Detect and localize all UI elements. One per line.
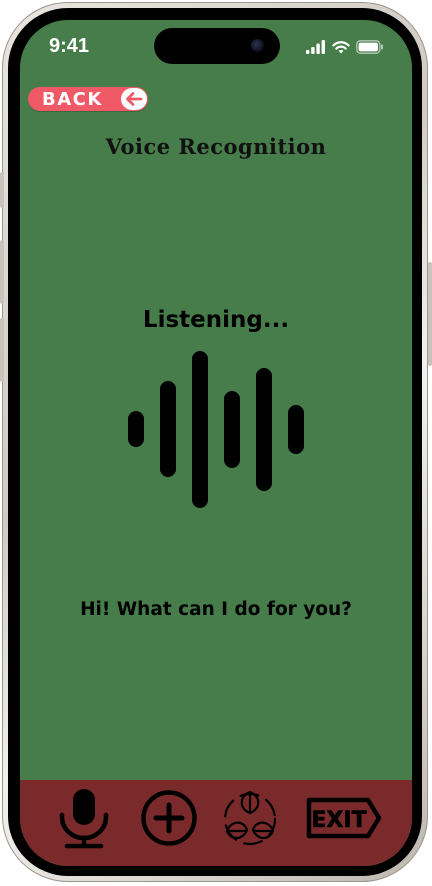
- app-screen: 9:41 BACK Voice Recognition Listening...…: [20, 20, 412, 866]
- plus-circle-icon: [141, 790, 197, 846]
- microphone-button[interactable]: [52, 786, 116, 850]
- camera-icon: [251, 39, 264, 52]
- waveform-bar: [128, 411, 144, 447]
- waveform-bar: [160, 381, 176, 477]
- recycle-button[interactable]: [218, 786, 282, 850]
- arrow-left-icon: [121, 88, 147, 110]
- bottom-nav: EXIT: [20, 780, 412, 866]
- exit-label: EXIT: [311, 808, 366, 833]
- cellular-signal-icon: [306, 40, 325, 54]
- volume-down-button: [0, 318, 4, 382]
- status-time: 9:41: [49, 35, 90, 57]
- dynamic-island: [154, 28, 280, 64]
- back-button[interactable]: BACK: [28, 87, 148, 111]
- battery-icon: [356, 40, 383, 54]
- back-button-label: BACK: [42, 88, 103, 110]
- volume-up-button: [0, 240, 4, 304]
- page-title: Voice Recognition: [105, 134, 327, 159]
- microphone-icon: [59, 789, 109, 849]
- wifi-icon: [332, 41, 350, 54]
- status-icons: [306, 39, 384, 55]
- waveform-bar: [256, 368, 272, 491]
- power-button: [428, 262, 432, 366]
- waveform-bar: [224, 391, 240, 468]
- add-button[interactable]: [137, 786, 201, 850]
- waveform-bar: [192, 351, 208, 508]
- exit-sign-icon: EXIT: [306, 797, 382, 839]
- listening-status: Listening...: [142, 307, 290, 333]
- recycle-leaves-icon: [223, 790, 277, 846]
- assistant-prompt: Hi! What can I do for you?: [80, 599, 352, 620]
- action-button: [0, 172, 4, 208]
- waveform-bar: [288, 405, 304, 454]
- exit-button[interactable]: EXIT: [306, 786, 382, 850]
